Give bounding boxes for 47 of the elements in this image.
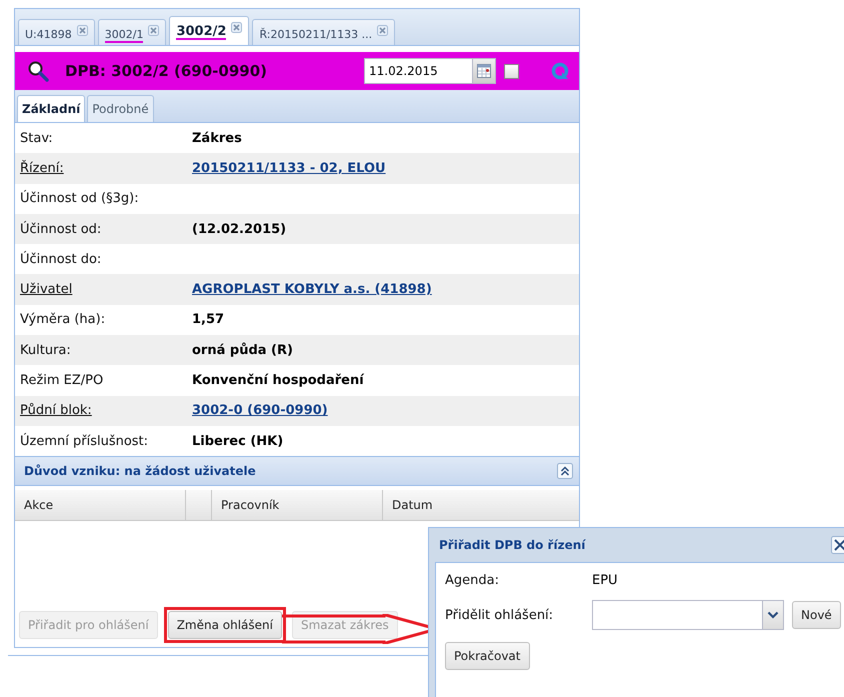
field-link[interactable]: Řízení: (20, 160, 192, 176)
field-link[interactable]: Uživatel (20, 282, 192, 298)
dialog-title: Přiřadit DPB do řízení (439, 538, 586, 552)
checkbox[interactable] (504, 64, 519, 78)
value-link[interactable]: AGROPLAST KOBYLY a.s. (41898) (192, 282, 432, 298)
tab[interactable]: Ř:20150211/1133 ... (252, 19, 396, 45)
field-link[interactable]: Půdní blok: (20, 403, 192, 418)
value-link[interactable]: 3002-0 (690-0990) (192, 403, 328, 418)
field-value: 1,57 (192, 312, 224, 328)
field-label: Režim EZ/PO (20, 373, 104, 388)
column-header[interactable]: Datum (383, 490, 579, 520)
field-label: Účinnost od (§3g): (20, 191, 140, 206)
search-icon[interactable] (27, 60, 49, 82)
value-link[interactable]: 20150211/1133 - 02, ELOU (192, 160, 386, 176)
collapse-icon[interactable] (557, 463, 573, 480)
column-header[interactable]: Akce (15, 490, 186, 520)
close-icon[interactable] (831, 536, 844, 554)
field-value: EPU (592, 573, 618, 588)
field-label: Agenda: (445, 573, 500, 588)
field-value: Konvenční hospodaření (192, 373, 364, 388)
field-label: Přidělit ohlášení: (445, 608, 554, 622)
field-value: Zákres (192, 130, 242, 146)
tab[interactable]: 3002/1 (98, 19, 166, 45)
continue-button[interactable]: Pokračovat (445, 642, 530, 670)
field-label: Územní příslušnost: (20, 434, 150, 449)
field-value: orná půda (R) (192, 342, 293, 358)
tab[interactable]: Podrobné (87, 95, 154, 122)
date-field[interactable]: 11.02.2015 (364, 58, 472, 84)
refresh-icon[interactable] (551, 62, 569, 80)
field-label: Účinnost od: (20, 222, 102, 237)
tab[interactable]: 3002/2 (169, 16, 250, 45)
new-button[interactable]: Nové (792, 601, 841, 629)
section-title: Důvod vzniku: na žádost uživatele (24, 464, 256, 478)
column-header[interactable]: Pracovník (212, 490, 383, 520)
field-label: Stav: (20, 130, 54, 146)
calendar-icon[interactable] (472, 58, 496, 84)
record-title: DPB: 3002/2 (690-0990) (65, 62, 268, 80)
field-value: (12.02.2015) (192, 222, 286, 237)
field-value: Liberec (HK) (192, 434, 284, 449)
field-label: Výměra (ha): (20, 312, 106, 328)
caret-icon[interactable] (762, 600, 784, 630)
field-label: Účinnost do: (20, 252, 102, 267)
tab[interactable]: Základní (17, 95, 86, 122)
button[interactable]: Změna ohlášení (168, 611, 282, 639)
dropdown-field[interactable] (592, 600, 762, 630)
field-label: Kultura: (20, 342, 72, 358)
tab[interactable]: U:41898 (18, 19, 95, 45)
